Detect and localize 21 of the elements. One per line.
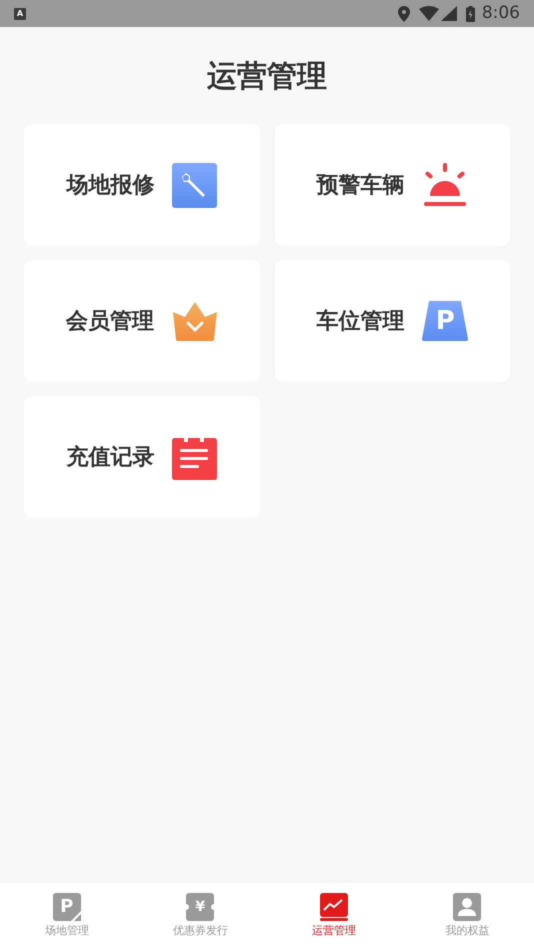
ticket-icon: ¥ bbox=[186, 893, 214, 921]
chart-icon bbox=[320, 893, 348, 921]
clock: 8:06 bbox=[482, 2, 520, 25]
signal-icon bbox=[440, 6, 457, 21]
menu-card[interactable]: 场地报修 bbox=[24, 124, 260, 246]
location-icon bbox=[398, 6, 410, 22]
tab[interactable]: 运营管理 bbox=[267, 883, 400, 950]
parking-icon: P bbox=[422, 301, 468, 341]
page-title: 运营管理 bbox=[206, 58, 328, 96]
crown-icon bbox=[172, 301, 218, 341]
menu-card[interactable]: 预警车辆 bbox=[274, 124, 510, 246]
notification-icon: A bbox=[14, 8, 26, 20]
wrench-icon bbox=[172, 162, 218, 208]
menu-card[interactable]: 充值记录 bbox=[24, 396, 260, 518]
menu-card[interactable]: 会员管理 bbox=[24, 260, 260, 382]
user-icon bbox=[453, 893, 482, 921]
battery-icon bbox=[466, 6, 475, 22]
alarm-light-icon bbox=[422, 162, 468, 208]
menu-card[interactable]: 车位管理 P bbox=[274, 260, 510, 382]
wifi-icon bbox=[418, 6, 439, 21]
parking-icon: P bbox=[52, 893, 81, 921]
